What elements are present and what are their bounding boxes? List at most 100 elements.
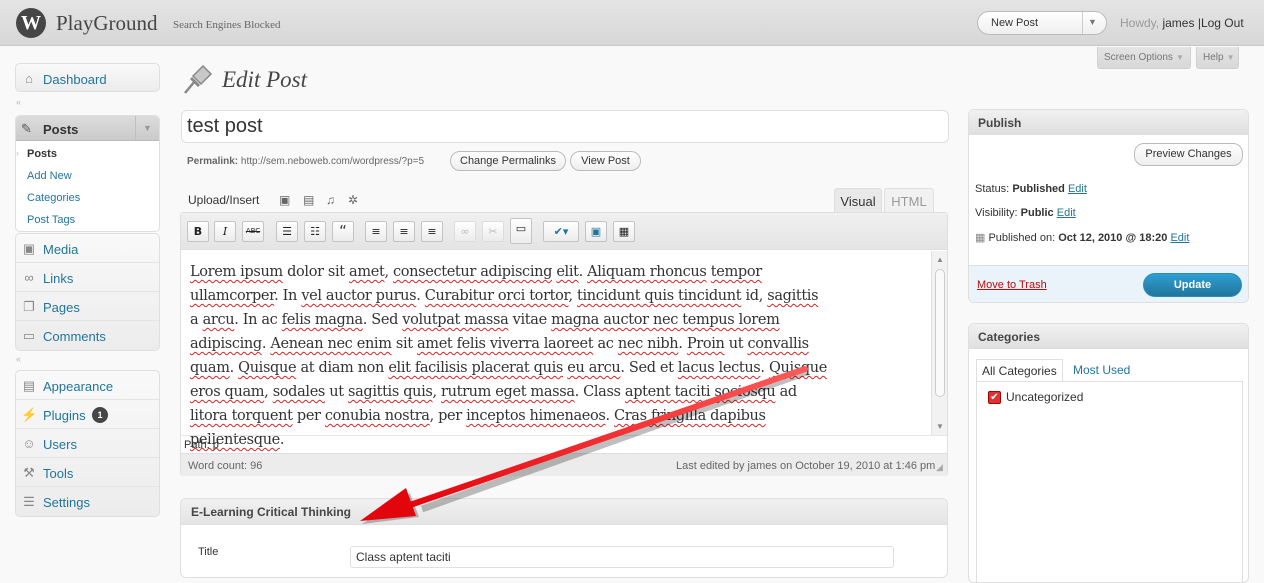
menu-collapse-separator-2[interactable]: « [16, 354, 21, 364]
misspelled-text-segment[interactable]: Aliquam rhoncus [587, 264, 707, 280]
move-to-trash-link[interactable]: Move to Trash [977, 279, 1047, 291]
menu-label-dashboard[interactable]: Dashboard [43, 72, 107, 87]
misspelled-text-segment[interactable]: sagittis quis [348, 384, 433, 400]
category-checkbox[interactable]: ✔ [988, 391, 1001, 404]
publish-box-header[interactable]: Publish [969, 110, 1248, 135]
update-button[interactable]: Update [1143, 273, 1242, 297]
misspelled-text-segment[interactable]: Proin [687, 336, 725, 352]
favorite-actions-dropdown[interactable]: New Post ▼ [977, 11, 1107, 35]
text-segment[interactable]: . Sed [363, 312, 403, 328]
misspelled-text-segment[interactable]: litora torquent [190, 408, 293, 424]
help-label[interactable]: Help [1203, 52, 1224, 63]
chevron-down-icon[interactable]: ▼ [1088, 17, 1097, 27]
text-segment[interactable]: vitae [508, 312, 551, 328]
menu-label-media[interactable]: Media [43, 242, 78, 257]
menu-item-users[interactable]: ☺ Users [16, 429, 159, 458]
menu-item-media[interactable]: ▣ Media [16, 234, 159, 263]
menu-label-comments[interactable]: Comments [43, 329, 106, 344]
menu-label-appearance[interactable]: Appearance [43, 379, 113, 394]
text-segment[interactable]: at diam non [300, 360, 388, 376]
misspelled-text-segment[interactable]: felis magna [282, 312, 363, 328]
menu-item-links[interactable]: ∞ Links [16, 263, 159, 292]
category-label[interactable]: Uncategorized [1006, 390, 1083, 404]
meta-title-input[interactable] [350, 546, 894, 568]
text-segment[interactable]: ad [775, 384, 798, 400]
misspelled-text-segment[interactable]: elit [556, 264, 579, 280]
align-right-icon[interactable]: ≡ [421, 221, 443, 242]
submenu-toggle-icon[interactable]: ▼ [135, 116, 159, 141]
text-segment[interactable]: . [605, 408, 614, 424]
misspelled-text-segment[interactable]: lacus lectus [678, 360, 761, 376]
align-left-icon[interactable]: ≡ [365, 221, 387, 242]
menu-label-links[interactable]: Links [43, 271, 73, 286]
text-segment[interactable]: . Class [575, 384, 625, 400]
submenu-post-tags[interactable]: Post Tags [27, 214, 75, 226]
add-video-icon[interactable]: ▤ [303, 193, 314, 207]
strikethrough-button[interactable]: ABC [242, 221, 264, 242]
unlink-icon[interactable]: ✂ [482, 221, 504, 242]
menu-item-posts[interactable]: ✎ Posts ▼ [16, 116, 159, 141]
align-center-icon[interactable]: ≡ [393, 221, 415, 242]
logout-link[interactable]: Log Out [1201, 16, 1244, 30]
text-segment[interactable]: . Sed et [620, 360, 678, 376]
misspelled-text-segment[interactable]: volutpat massa [402, 312, 508, 328]
text-segment[interactable]: . [760, 360, 769, 376]
misspelled-text-segment[interactable]: rutrum eget massa [441, 384, 575, 400]
text-segment[interactable]: , per [430, 408, 467, 424]
misspelled-text-segment[interactable]: aptent taciti sociosqu [625, 384, 776, 400]
published-edit-link[interactable]: Edit [1170, 232, 1189, 244]
text-segment[interactable]: , [384, 264, 393, 280]
help-tab[interactable]: Help ▼ [1196, 47, 1239, 69]
resize-grip-icon[interactable]: ◢ [936, 462, 943, 473]
path-value[interactable]: p [213, 439, 219, 451]
permalink-url[interactable]: http://sem.neboweb.com/wordpress/?p=5 [241, 156, 424, 167]
editor-content[interactable]: Lorem ipsum dolor sit amet, consectetur … [190, 260, 830, 452]
post-title-input[interactable] [187, 115, 927, 138]
text-segment[interactable]: a [190, 312, 203, 328]
misspelled-text-segment[interactable]: arcu [203, 312, 235, 328]
misspelled-text-segment[interactable]: Quisque [238, 360, 296, 376]
menu-collapse-separator-1[interactable]: « [16, 97, 21, 107]
insert-link-icon[interactable]: ∞ [454, 221, 476, 242]
menu-label-users[interactable]: Users [43, 437, 77, 452]
wordpress-logo[interactable]: W [16, 8, 46, 38]
misspelled-text-segment[interactable]: elit facilisis placerat quis [388, 360, 563, 376]
screen-options-label[interactable]: Screen Options [1104, 52, 1173, 63]
misspelled-text-segment[interactable]: consectetur adipiscing [393, 264, 552, 280]
misspelled-text-segment[interactable]: conubia nostra [325, 408, 430, 424]
menu-item-settings[interactable]: ☰ Settings [16, 487, 159, 516]
tab-visual[interactable]: Visual [834, 188, 882, 213]
text-segment[interactable]: . [416, 288, 425, 304]
text-segment[interactable]: per [293, 408, 325, 424]
add-media-icon[interactable]: ✲ [348, 193, 358, 207]
misspelled-text-segment[interactable]: Curabitur orci tortor [425, 288, 569, 304]
text-segment[interactable]: . [678, 336, 687, 352]
screen-options-tab[interactable]: Screen Options ▼ [1097, 47, 1191, 69]
text-segment[interactable]: id, [741, 288, 767, 304]
text-segment[interactable]: . In [274, 288, 301, 304]
view-post-button[interactable]: View Post [570, 151, 641, 171]
scrollbar-thumb[interactable] [935, 269, 945, 397]
scroll-up-arrow-icon[interactable]: ▲ [936, 255, 944, 264]
scroll-down-arrow-icon[interactable]: ▼ [936, 422, 944, 431]
fullscreen-icon[interactable]: ▣ [585, 221, 607, 242]
bold-button[interactable]: B [187, 221, 209, 242]
text-segment[interactable]: . In ac [234, 312, 281, 328]
menu-item-plugins[interactable]: ⚡ Plugins 1 [16, 400, 159, 429]
username-link[interactable]: james [1162, 16, 1194, 30]
misspelled-text-segment[interactable]: amet [349, 264, 385, 280]
tab-html[interactable]: HTML [884, 188, 934, 213]
misspelled-text-segment[interactable]: amet felis viverra laoreet [417, 336, 594, 352]
text-segment[interactable]: ut [724, 336, 747, 352]
text-segment[interactable]: , [569, 288, 578, 304]
misspelled-text-segment[interactable]: tempor [711, 264, 762, 280]
misspelled-text-segment[interactable]: ullamcorper [190, 288, 275, 304]
spellcheck-icon[interactable]: ✔▾ [543, 221, 579, 242]
menu-label-settings[interactable]: Settings [43, 495, 90, 510]
add-image-icon[interactable]: ▣ [279, 193, 290, 207]
misspelled-text-segment[interactable]: nec nibh [618, 336, 679, 352]
preview-changes-button[interactable]: Preview Changes [1134, 143, 1243, 166]
text-segment[interactable]: dolor sit [283, 264, 349, 280]
site-name[interactable]: PlayGround [56, 11, 158, 36]
blockquote-button[interactable]: “ [332, 221, 354, 242]
